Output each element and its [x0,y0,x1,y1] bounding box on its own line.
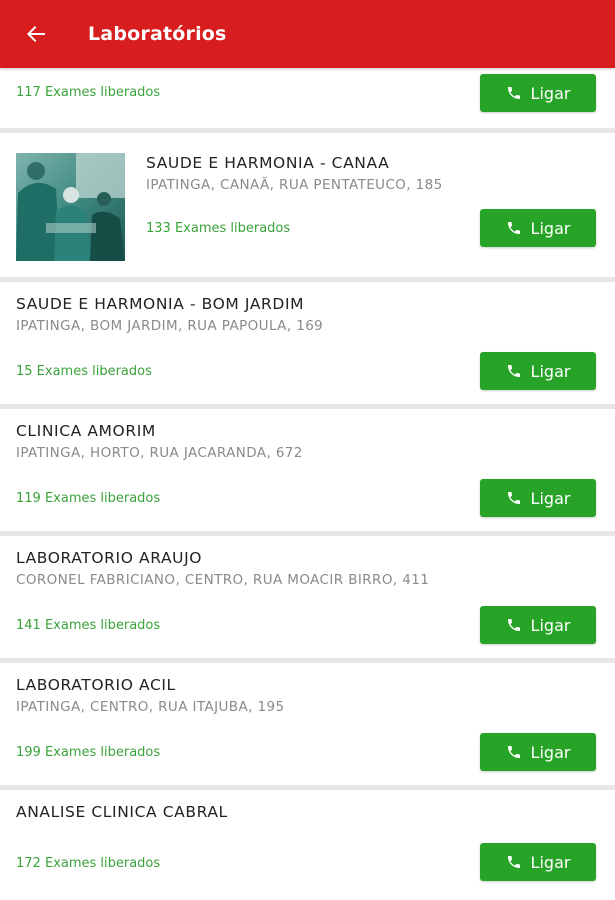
app: Laboratórios 117 Exames liberados Ligar [0,0,615,900]
call-button-label: Ligar [530,852,571,872]
call-button[interactable]: Ligar [480,209,596,247]
call-button[interactable]: Ligar [480,479,596,517]
lab-address: IPATINGA, HORTO, RUA JACARANDA, 672 [16,445,303,461]
exams-count: 133 Exames liberados [146,221,291,236]
lab-name: SAUDE E HARMONIA - CANAA [146,154,390,172]
call-button[interactable]: Ligar [480,606,596,644]
lab-address: IPATINGA, CENTRO, RUA ITAJUBA, 195 [16,699,285,715]
lab-card[interactable]: LABORATORIO ARAUJO CORONEL FABRICIANO, C… [0,536,615,658]
call-button-label: Ligar [530,488,571,508]
phone-icon [506,220,522,236]
lab-name: LABORATORIO ARAUJO [16,549,203,567]
lab-card[interactable]: SAUDE E HARMONIA - BOM JARDIM IPATINGA, … [0,282,615,404]
call-button-label: Ligar [530,361,571,381]
call-button-label: Ligar [530,615,571,635]
phone-icon [506,744,522,760]
lab-address: CORONEL FABRICIANO, CENTRO, RUA MOACIR B… [16,572,430,588]
phone-icon [506,85,522,101]
call-button[interactable]: Ligar [480,74,596,112]
exams-count: 172 Exames liberados [16,856,161,871]
exams-count: 141 Exames liberados [16,618,161,633]
phone-icon [506,490,522,506]
lab-card: 117 Exames liberados Ligar [0,68,615,128]
lab-card[interactable]: SAUDE E HARMONIA - CANAA IPATINGA, CANAÃ… [0,133,615,277]
exams-count: 117 Exames liberados [16,85,161,100]
call-button[interactable]: Ligar [480,843,596,881]
lab-card[interactable]: ANALISE CLINICA CABRAL 172 Exames libera… [0,790,615,900]
lab-name: CLINICA AMORIM [16,422,156,440]
lab-address: IPATINGA, CANAÃ, RUA PENTATEUCO, 185 [146,177,443,193]
lab-name: LABORATORIO ACIL [16,676,176,694]
call-button[interactable]: Ligar [480,352,596,390]
arrow-left-icon [27,26,45,42]
call-button-label: Ligar [530,742,571,762]
lab-name: ANALISE CLINICA CABRAL [16,803,228,821]
call-button-label: Ligar [530,218,571,238]
phone-icon [506,854,522,870]
lab-name: SAUDE E HARMONIA - BOM JARDIM [16,295,305,313]
page-title: Laboratórios [88,23,227,45]
phone-icon [506,363,522,379]
app-bar: Laboratórios [0,0,615,68]
phone-icon [506,617,522,633]
back-button[interactable] [14,12,58,56]
exams-count: 199 Exames liberados [16,745,161,760]
exams-count: 119 Exames liberados [16,491,161,506]
exams-count: 15 Exames liberados [16,364,152,379]
lab-list[interactable]: 117 Exames liberados Ligar SAUDE E HARMO… [0,68,615,900]
call-button-label: Ligar [530,83,571,103]
lab-card[interactable]: LABORATORIO ACIL IPATINGA, CENTRO, RUA I… [0,663,615,785]
lab-card[interactable]: CLINICA AMORIM IPATINGA, HORTO, RUA JACA… [0,409,615,531]
lab-photo [16,153,125,261]
lab-address: IPATINGA, BOM JARDIM, RUA PAPOULA, 169 [16,318,324,334]
call-button[interactable]: Ligar [480,733,596,771]
